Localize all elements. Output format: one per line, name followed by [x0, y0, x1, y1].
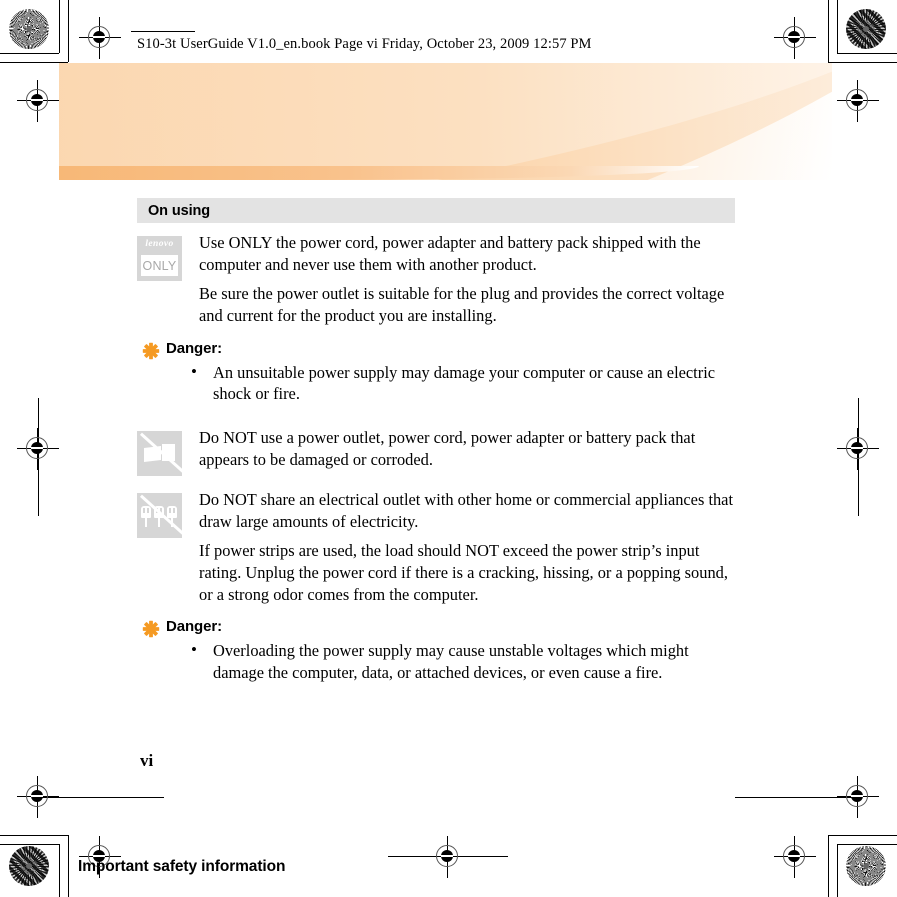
page-banner [59, 63, 832, 180]
registration-mark [774, 836, 816, 878]
halftone-target-icon [846, 9, 886, 49]
content-area: On using lenovo ONLY Use ONLY the power … [137, 198, 735, 686]
header-rule [131, 31, 195, 32]
only-label: ONLY [141, 255, 178, 276]
danger-header: Danger: [142, 340, 735, 360]
crop-line [828, 835, 897, 836]
page-number: vi [140, 751, 154, 770]
section-heading-bar: On using [137, 198, 735, 223]
danger-bullet-list: An unsuitable power supply may damage yo… [137, 361, 735, 405]
paragraph: Be sure the power outlet is suitable for… [199, 284, 725, 325]
registration-mark [79, 17, 121, 59]
icon-column [137, 427, 199, 477]
lenovo-only-icon: lenovo ONLY [137, 236, 182, 281]
crop-line [0, 844, 59, 845]
danger-label: Danger: [166, 618, 222, 636]
icon-column [137, 489, 199, 539]
text-column: Use ONLY the power cord, power adapter a… [199, 232, 735, 327]
crop-line [828, 835, 829, 897]
crop-line [68, 835, 69, 897]
registration-arm [735, 797, 859, 798]
safety-block: lenovo ONLY Use ONLY the power cord, pow… [137, 232, 735, 327]
crop-line [0, 53, 59, 54]
crop-line [837, 844, 838, 897]
no-shared-outlet-icon [137, 492, 189, 539]
registration-mark [837, 428, 879, 470]
crop-line [0, 835, 68, 836]
icon-column: lenovo ONLY [137, 232, 199, 281]
crop-line [59, 0, 60, 53]
crop-line [68, 0, 69, 62]
cord-shape [145, 517, 147, 527]
list-item: Overloading the power supply may cause u… [191, 639, 735, 683]
crop-line [0, 62, 68, 63]
no-damaged-adapter-icon [137, 430, 189, 477]
registration-arm [858, 398, 859, 516]
crop-line [837, 53, 897, 54]
danger-label: Danger: [166, 339, 222, 357]
paragraph: Use ONLY the power cord, power adapter a… [199, 233, 701, 274]
halftone-target-icon [9, 9, 49, 49]
registration-arm [388, 856, 508, 857]
text-column: Do NOT use a power outlet, power cord, p… [199, 427, 735, 470]
safety-block: Do NOT share an electrical outlet with o… [137, 489, 735, 605]
registration-arm [40, 797, 164, 798]
cord-shape [158, 517, 160, 527]
registration-mark [774, 17, 816, 59]
plug-shape [141, 505, 151, 518]
crop-line [59, 844, 60, 897]
crop-line [828, 62, 897, 63]
danger-header: Danger: [142, 618, 735, 638]
lenovo-wordmark: lenovo [145, 239, 174, 249]
danger-star-icon [142, 620, 160, 638]
list-item: An unsuitable power supply may damage yo… [191, 361, 735, 405]
danger-block: Danger: Overloading the power supply may… [137, 618, 735, 683]
paragraph: Do NOT use a power outlet, power cord, p… [199, 427, 696, 469]
safety-block: Do NOT use a power outlet, power cord, p… [137, 427, 735, 477]
paragraph: Do NOT share an electrical outlet with o… [199, 489, 734, 531]
crop-line [828, 0, 829, 62]
paragraph: If power strips are used, the load shoul… [199, 541, 728, 604]
registration-mark [17, 80, 59, 122]
halftone-target-icon [9, 846, 49, 886]
danger-star-icon [142, 342, 160, 360]
section-heading-label: On using [148, 202, 211, 219]
halftone-target-icon [846, 846, 886, 886]
plug-shape [167, 505, 177, 518]
danger-block: Danger: An unsuitable power supply may d… [137, 340, 735, 405]
crop-line [837, 844, 897, 845]
registration-mark [17, 428, 59, 470]
page-title: Important safety information [78, 858, 286, 875]
registration-mark [427, 836, 469, 878]
registration-mark [837, 776, 879, 818]
crop-line [837, 0, 838, 53]
file-header-text: S10-3t UserGuide V1.0_en.book Page vi Fr… [137, 36, 592, 52]
registration-mark [17, 776, 59, 818]
danger-bullet-list: Overloading the power supply may cause u… [137, 639, 735, 683]
text-column: Do NOT share an electrical outlet with o… [199, 489, 735, 605]
registration-arm [38, 398, 39, 516]
registration-mark [837, 80, 879, 122]
